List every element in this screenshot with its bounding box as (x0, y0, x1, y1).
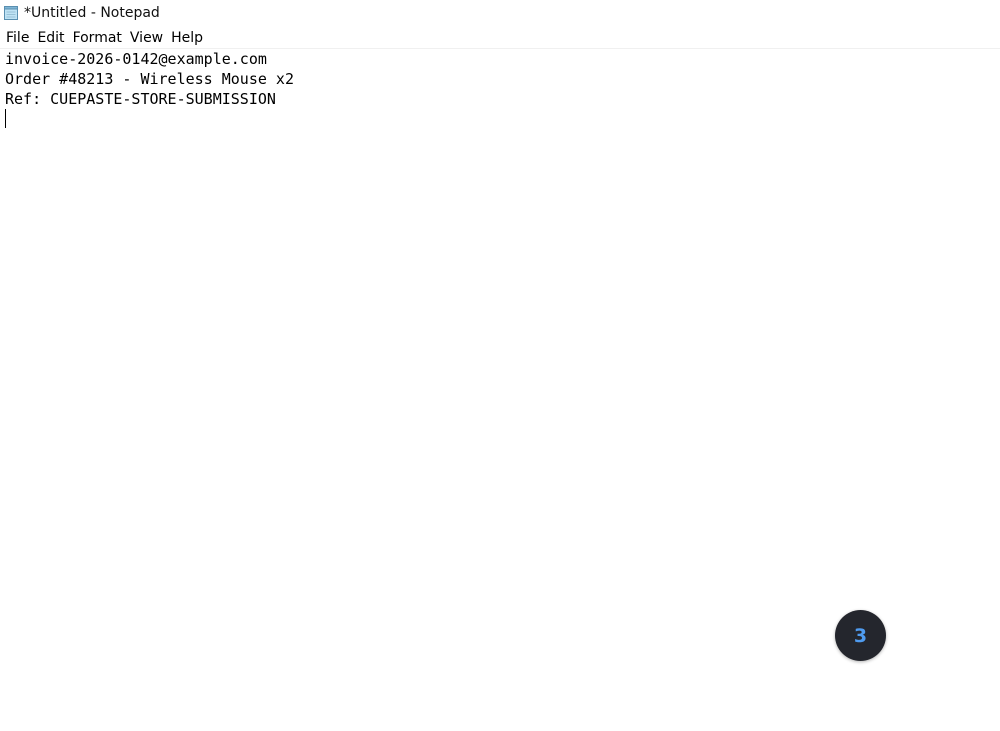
window-title: *Untitled - Notepad (24, 5, 160, 21)
text-caret (5, 109, 6, 128)
notepad-icon (4, 6, 18, 20)
menu-format[interactable]: Format (70, 29, 125, 47)
editor-line-3: Ref: CUEPASTE-STORE-SUBMISSION (5, 90, 276, 108)
step-number-badge: 3 (835, 610, 886, 661)
editor-line-1: invoice-2026-0142@example.com (5, 50, 267, 68)
menu-file[interactable]: File (3, 29, 32, 47)
title-bar[interactable]: *Untitled - Notepad (0, 0, 1000, 27)
menu-help[interactable]: Help (168, 29, 206, 47)
menu-edit[interactable]: Edit (34, 29, 67, 47)
menu-bar: File Edit Format View Help (0, 28, 1000, 49)
step-number: 3 (853, 624, 868, 647)
menu-view[interactable]: View (127, 29, 166, 47)
notepad-window: *Untitled - Notepad File Edit Format Vie… (0, 0, 1000, 731)
editor-line-2: Order #48213 - Wireless Mouse x2 (5, 70, 294, 88)
